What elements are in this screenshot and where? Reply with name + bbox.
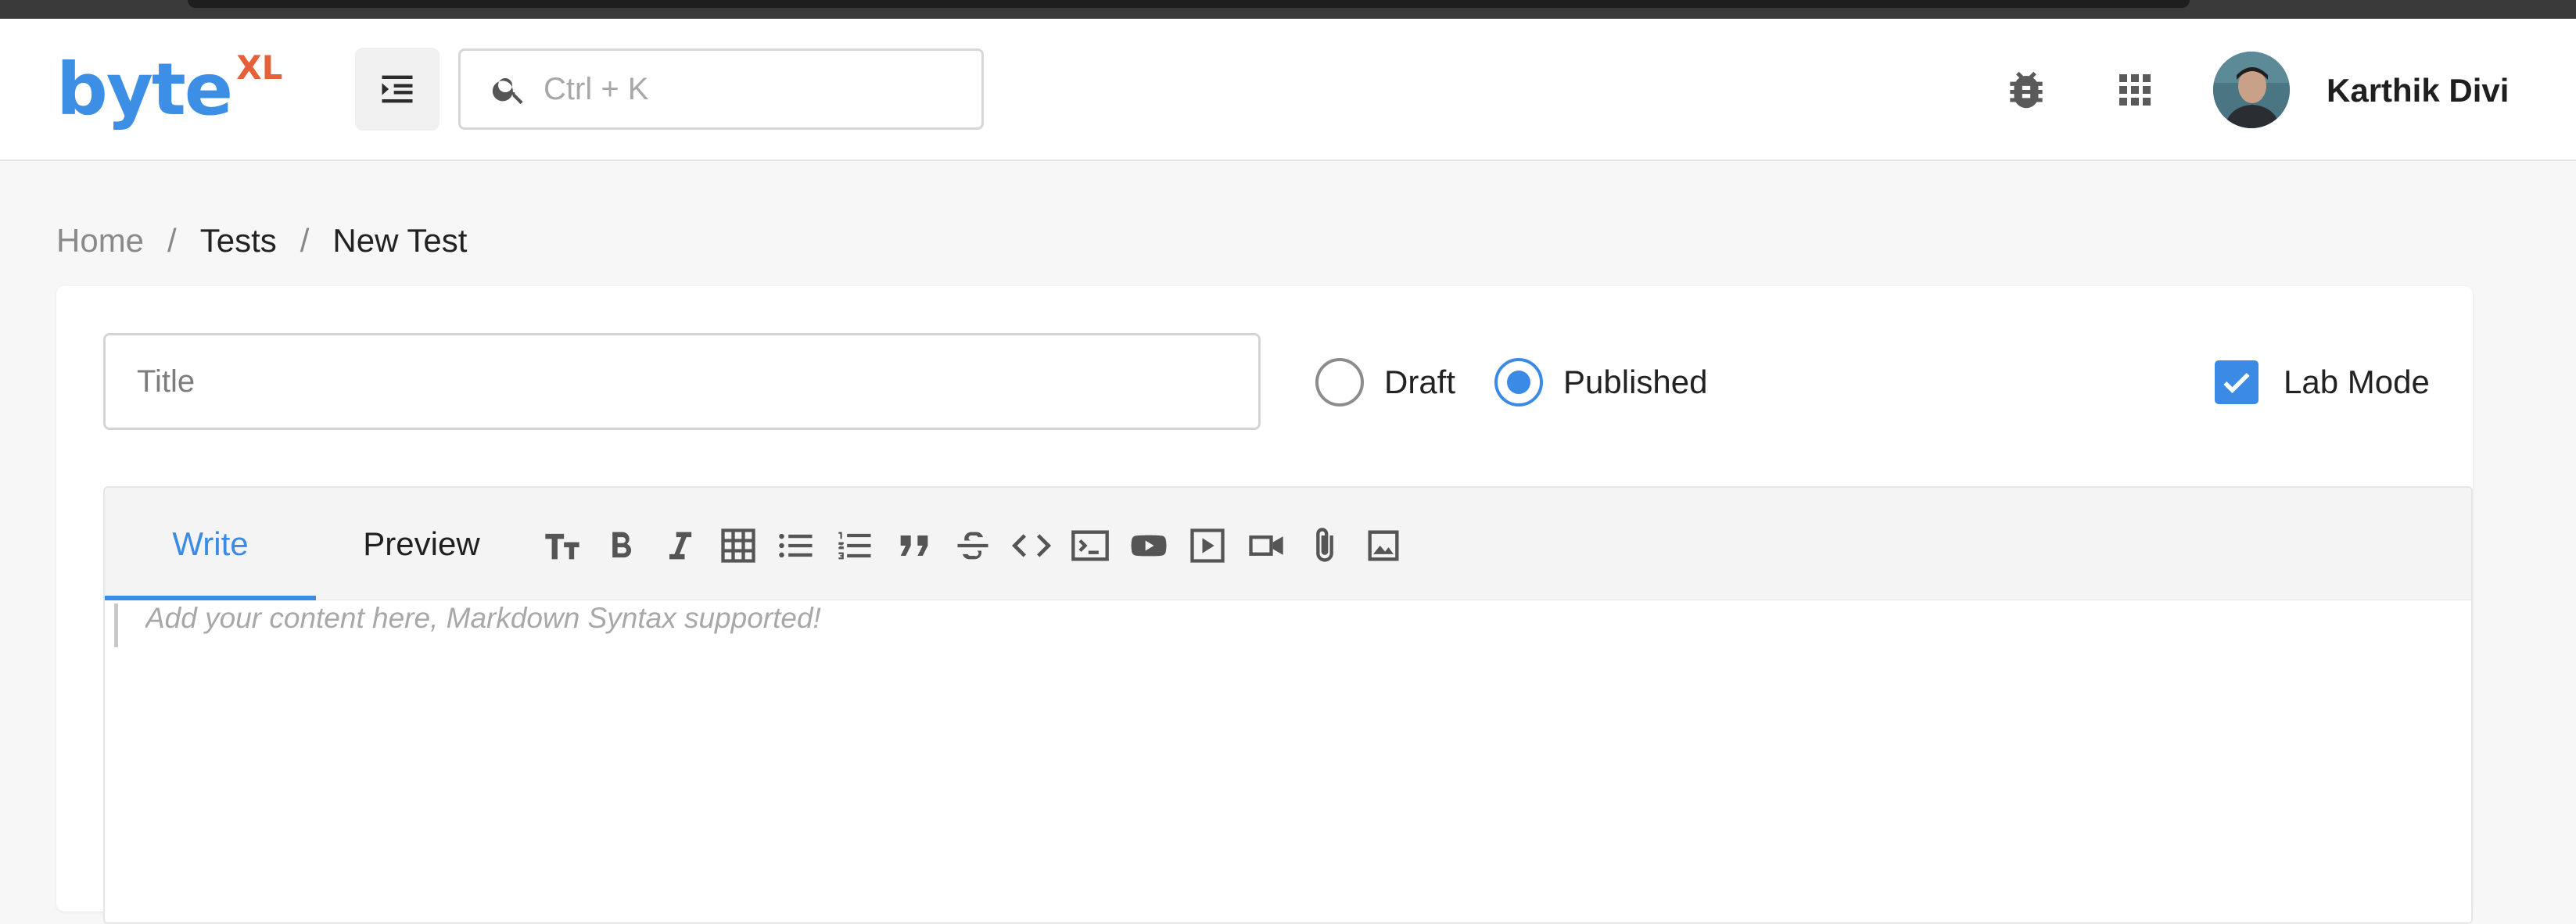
heading-button[interactable] bbox=[539, 522, 586, 569]
checkbox-checked-icon[interactable] bbox=[2215, 360, 2258, 404]
lab-mode-label: Lab Mode bbox=[2284, 364, 2430, 400]
code-icon bbox=[1011, 534, 1052, 557]
radio-unchecked-icon[interactable] bbox=[1315, 358, 1364, 406]
browser-top-strip bbox=[0, 0, 2576, 19]
strikethrough-icon bbox=[957, 532, 988, 560]
logo-text: byte bbox=[56, 48, 233, 131]
numbered-list-button[interactable] bbox=[832, 522, 879, 569]
sidebar-toggle-button[interactable] bbox=[355, 48, 439, 131]
search-input[interactable] bbox=[544, 71, 950, 107]
code-button[interactable] bbox=[1008, 522, 1055, 569]
avatar[interactable] bbox=[2213, 52, 2290, 128]
radio-published[interactable]: Published bbox=[1494, 358, 1707, 406]
status-radio-group: Draft Published bbox=[1315, 355, 1746, 410]
user-avatar-icon bbox=[2213, 52, 2290, 128]
logo-superscript: XL bbox=[236, 48, 283, 87]
italic-button[interactable] bbox=[656, 522, 703, 569]
title-input[interactable] bbox=[103, 333, 1261, 430]
bold-icon bbox=[612, 532, 632, 558]
radio-draft-label: Draft bbox=[1384, 364, 1456, 400]
editor-body bbox=[105, 600, 2471, 922]
apps-grid-button[interactable] bbox=[2111, 66, 2158, 113]
markdown-editor: Write Preview bbox=[103, 486, 2473, 924]
editor-toolbar: Write Preview bbox=[105, 488, 2471, 600]
bullet-list-button[interactable] bbox=[773, 522, 820, 569]
bug-icon bbox=[2010, 71, 2043, 109]
bullet-list-icon bbox=[779, 533, 813, 558]
search-icon bbox=[492, 78, 523, 105]
tab-preview[interactable]: Preview bbox=[316, 488, 527, 600]
terminal-button[interactable] bbox=[1067, 522, 1114, 569]
youtube-button[interactable] bbox=[1125, 522, 1172, 569]
attachment-icon bbox=[1316, 528, 1333, 562]
heading-icon bbox=[545, 533, 579, 560]
video-play-icon bbox=[1190, 528, 1225, 563]
strikethrough-button[interactable] bbox=[949, 522, 996, 569]
test-form-card: Draft Published Lab Mode Write Preview bbox=[56, 286, 2473, 924]
cursor-bar bbox=[114, 603, 118, 647]
video-camera-icon bbox=[1249, 535, 1283, 556]
breadcrumb: Home / Tests / New Test bbox=[56, 217, 467, 264]
radio-checked-icon[interactable] bbox=[1494, 358, 1544, 406]
breadcrumb-home[interactable]: Home bbox=[56, 222, 144, 260]
youtube-icon bbox=[1131, 535, 1167, 557]
apps-grid-icon bbox=[2119, 74, 2151, 106]
breadcrumb-separator: / bbox=[300, 222, 310, 259]
image-icon bbox=[1368, 530, 1399, 561]
quote-icon bbox=[900, 535, 928, 556]
format-tools bbox=[539, 522, 1419, 569]
quote-button[interactable] bbox=[891, 522, 938, 569]
radio-published-label: Published bbox=[1563, 364, 1708, 400]
menu-indent-icon bbox=[382, 75, 413, 103]
search-box[interactable] bbox=[458, 48, 984, 130]
user-name[interactable]: Karthik Divi bbox=[2327, 67, 2509, 114]
breadcrumb-separator: / bbox=[167, 222, 177, 259]
italic-icon bbox=[669, 532, 692, 560]
tab-write[interactable]: Write bbox=[105, 488, 316, 600]
terminal-icon bbox=[1071, 530, 1109, 561]
lab-mode-checkbox[interactable]: Lab Mode bbox=[2215, 358, 2430, 406]
breadcrumb-tests[interactable]: Tests bbox=[200, 222, 277, 260]
table-button[interactable] bbox=[715, 522, 762, 569]
report-bug-button[interactable] bbox=[2002, 66, 2050, 114]
image-button[interactable] bbox=[1360, 522, 1407, 569]
breadcrumb-current: New Test bbox=[332, 222, 468, 259]
content-textarea[interactable] bbox=[145, 602, 2413, 899]
video-embed-button[interactable] bbox=[1184, 522, 1231, 569]
app-header: byte XL Karthik Divi bbox=[0, 19, 2576, 161]
bold-button[interactable] bbox=[597, 522, 644, 569]
logo[interactable]: byte XL bbox=[56, 47, 282, 133]
attachment-button[interactable] bbox=[1301, 522, 1348, 569]
numbered-list-icon bbox=[838, 532, 871, 560]
video-camera-button[interactable] bbox=[1243, 522, 1290, 569]
radio-draft[interactable]: Draft bbox=[1315, 358, 1455, 406]
table-icon bbox=[721, 528, 755, 563]
